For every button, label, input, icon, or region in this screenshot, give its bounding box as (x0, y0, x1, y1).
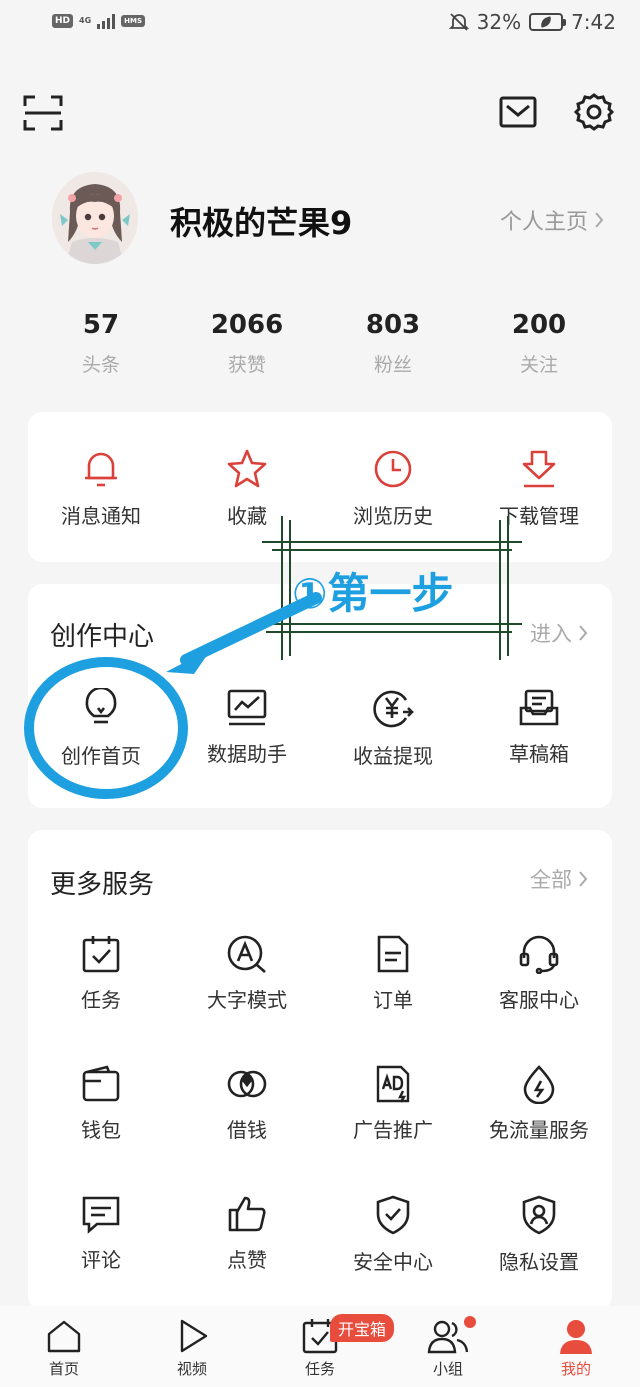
service-label: 安全中心 (353, 1250, 433, 1274)
service-label: 任务 (81, 988, 121, 1012)
wallet-icon (82, 1065, 120, 1102)
nav-video[interactable]: 视频 (128, 1318, 256, 1379)
service-label: 广告推广 (353, 1118, 433, 1142)
service-comments[interactable]: 评论 (28, 1194, 174, 1273)
headset-icon (519, 935, 559, 974)
chevron-right-icon (579, 871, 588, 887)
shield-check-icon (376, 1195, 410, 1235)
large-font-icon (227, 935, 266, 973)
profile-icon (560, 1320, 592, 1354)
nav-group[interactable]: 小组 (384, 1318, 512, 1379)
service-large-font[interactable]: 大字模式 (174, 934, 320, 1013)
more-services-all-label: 全部 (530, 868, 572, 892)
service-label: 钱包 (81, 1118, 121, 1142)
service-ads[interactable]: 广告推广 (320, 1064, 466, 1143)
service-likes[interactable]: 点赞 (174, 1194, 320, 1273)
nav-mine[interactable]: 我的 (512, 1318, 640, 1379)
annotation-step-text: ①第一步 (292, 569, 454, 618)
order-icon (377, 935, 409, 973)
service-wallet[interactable]: 钱包 (28, 1064, 174, 1143)
service-label: 免流量服务 (489, 1118, 589, 1142)
nav-label: 我的 (560, 1360, 591, 1378)
nav-label: 视频 (176, 1360, 207, 1378)
service-label: 订单 (373, 988, 413, 1012)
service-privacy-settings[interactable]: 隐私设置 (466, 1194, 612, 1275)
privacy-icon (522, 1195, 556, 1235)
nav-home[interactable]: 首页 (0, 1318, 128, 1379)
loan-icon (227, 1070, 267, 1098)
service-label: 借钱 (227, 1118, 267, 1142)
service-label: 隐私设置 (499, 1250, 579, 1274)
comment-icon (82, 1196, 120, 1234)
nav-label: 任务 (304, 1360, 335, 1378)
data-free-icon (523, 1065, 555, 1104)
nav-label: 小组 (432, 1360, 463, 1378)
service-security-center[interactable]: 安全中心 (320, 1194, 466, 1275)
service-loan[interactable]: 借钱 (174, 1064, 320, 1143)
annotation-highlight-circle (24, 657, 188, 799)
service-data-free[interactable]: 免流量服务 (466, 1064, 612, 1143)
service-label: 点赞 (227, 1248, 267, 1272)
service-customer-center[interactable]: 客服中心 (466, 934, 612, 1013)
more-services-title: 更多服务 (50, 870, 155, 900)
nav-label: 首页 (48, 1360, 79, 1378)
service-order[interactable]: 订单 (320, 934, 466, 1013)
group-notification-dot (464, 1316, 476, 1328)
annotation-arrowhead (166, 648, 212, 674)
ad-icon (376, 1065, 410, 1103)
service-label: 客服中心 (499, 988, 579, 1012)
play-icon (180, 1319, 208, 1353)
more-services-all[interactable]: 全部 (530, 864, 588, 894)
service-label: 评论 (81, 1248, 121, 1272)
service-task[interactable]: 任务 (28, 934, 174, 1013)
service-label: 大字模式 (207, 988, 287, 1012)
home-icon (47, 1320, 81, 1353)
thumbs-up-icon (228, 1196, 266, 1232)
bottom-navigation: 首页 视频 任务 开宝箱 小组 我的 (0, 1306, 640, 1387)
task-icon (82, 936, 120, 973)
